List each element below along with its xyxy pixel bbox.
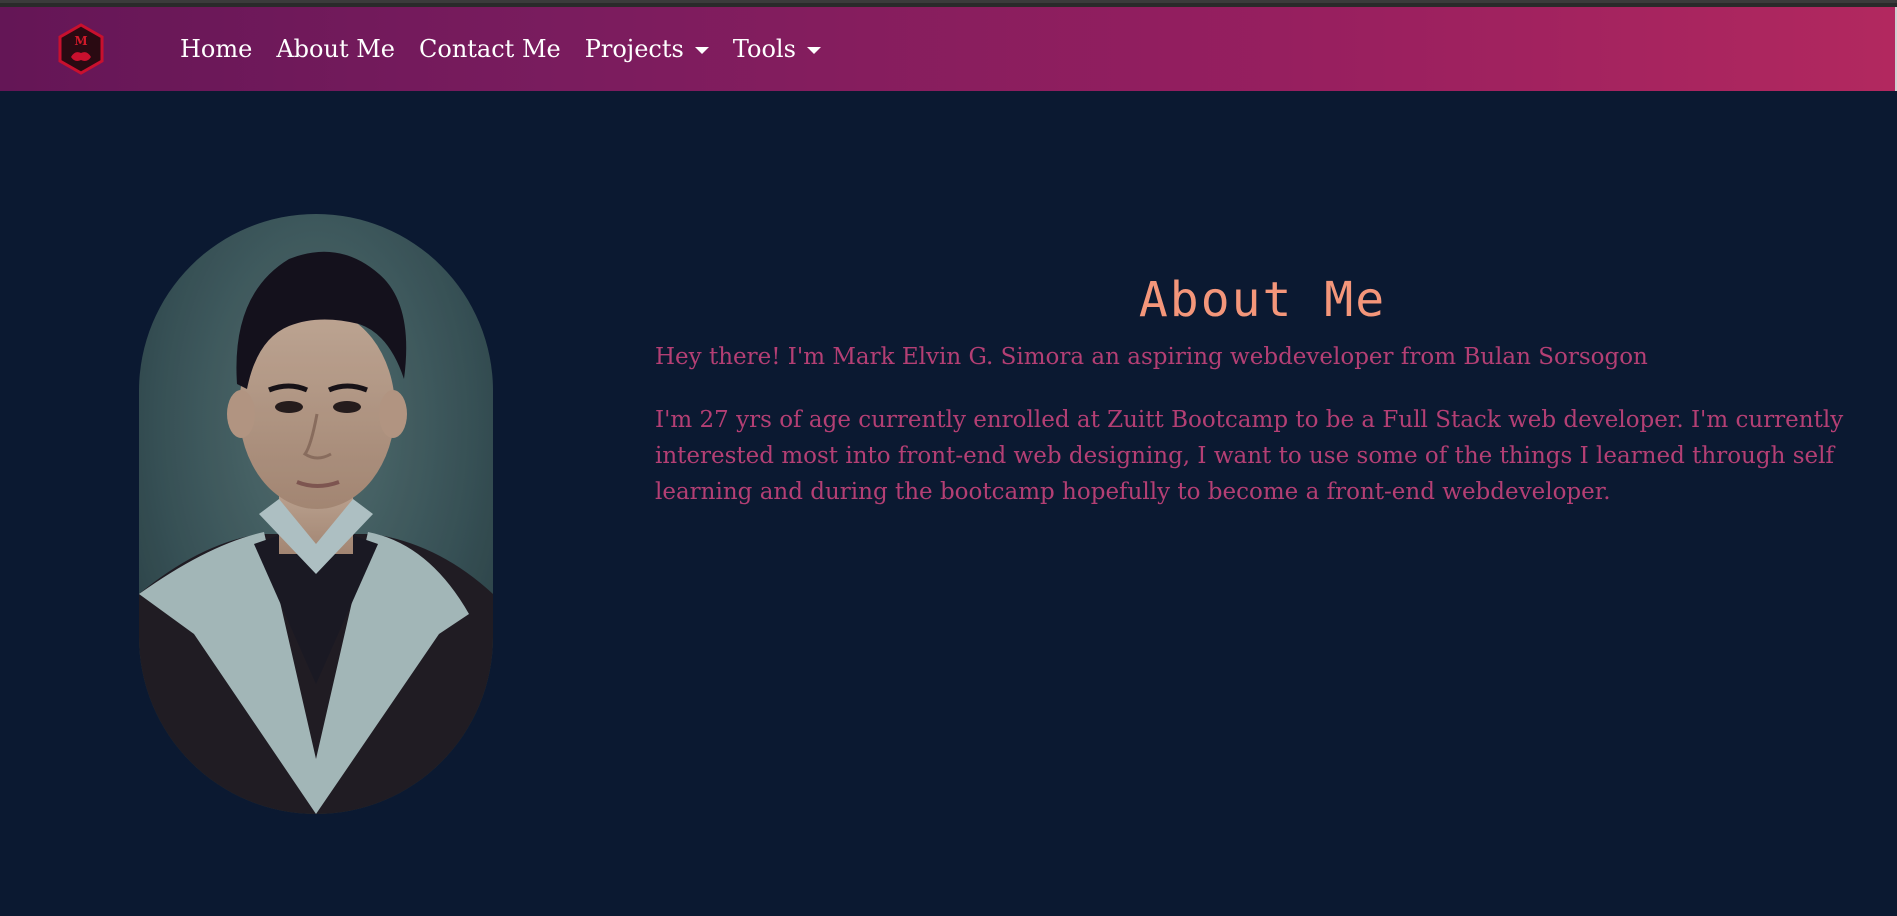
profile-photo	[139, 214, 493, 814]
svg-text:M: M	[74, 34, 87, 48]
hexagon-logo-icon[interactable]: M	[57, 23, 105, 75]
navbar: M Home About Me Contact Me Projects Tool…	[0, 7, 1897, 91]
nav-link-home[interactable]: Home	[180, 35, 252, 63]
caret-down-icon	[694, 46, 709, 54]
intro-text: Hey there! I'm Mark Elvin G. Simora an a…	[655, 344, 1648, 370]
browser-top-border	[0, 0, 1897, 7]
nav-links: Home About Me Contact Me Projects Tools	[180, 7, 821, 91]
nav-link-contact-me[interactable]: Contact Me	[419, 35, 561, 63]
nav-dropdown-projects[interactable]: Projects	[585, 35, 709, 63]
nav-dropdown-tools[interactable]: Tools	[733, 35, 821, 63]
caret-down-icon	[806, 46, 821, 54]
page-title: About Me	[1138, 272, 1387, 328]
nav-link-about-me[interactable]: About Me	[276, 35, 395, 63]
bio-text: I'm 27 yrs of age currently enrolled at …	[655, 407, 1844, 505]
